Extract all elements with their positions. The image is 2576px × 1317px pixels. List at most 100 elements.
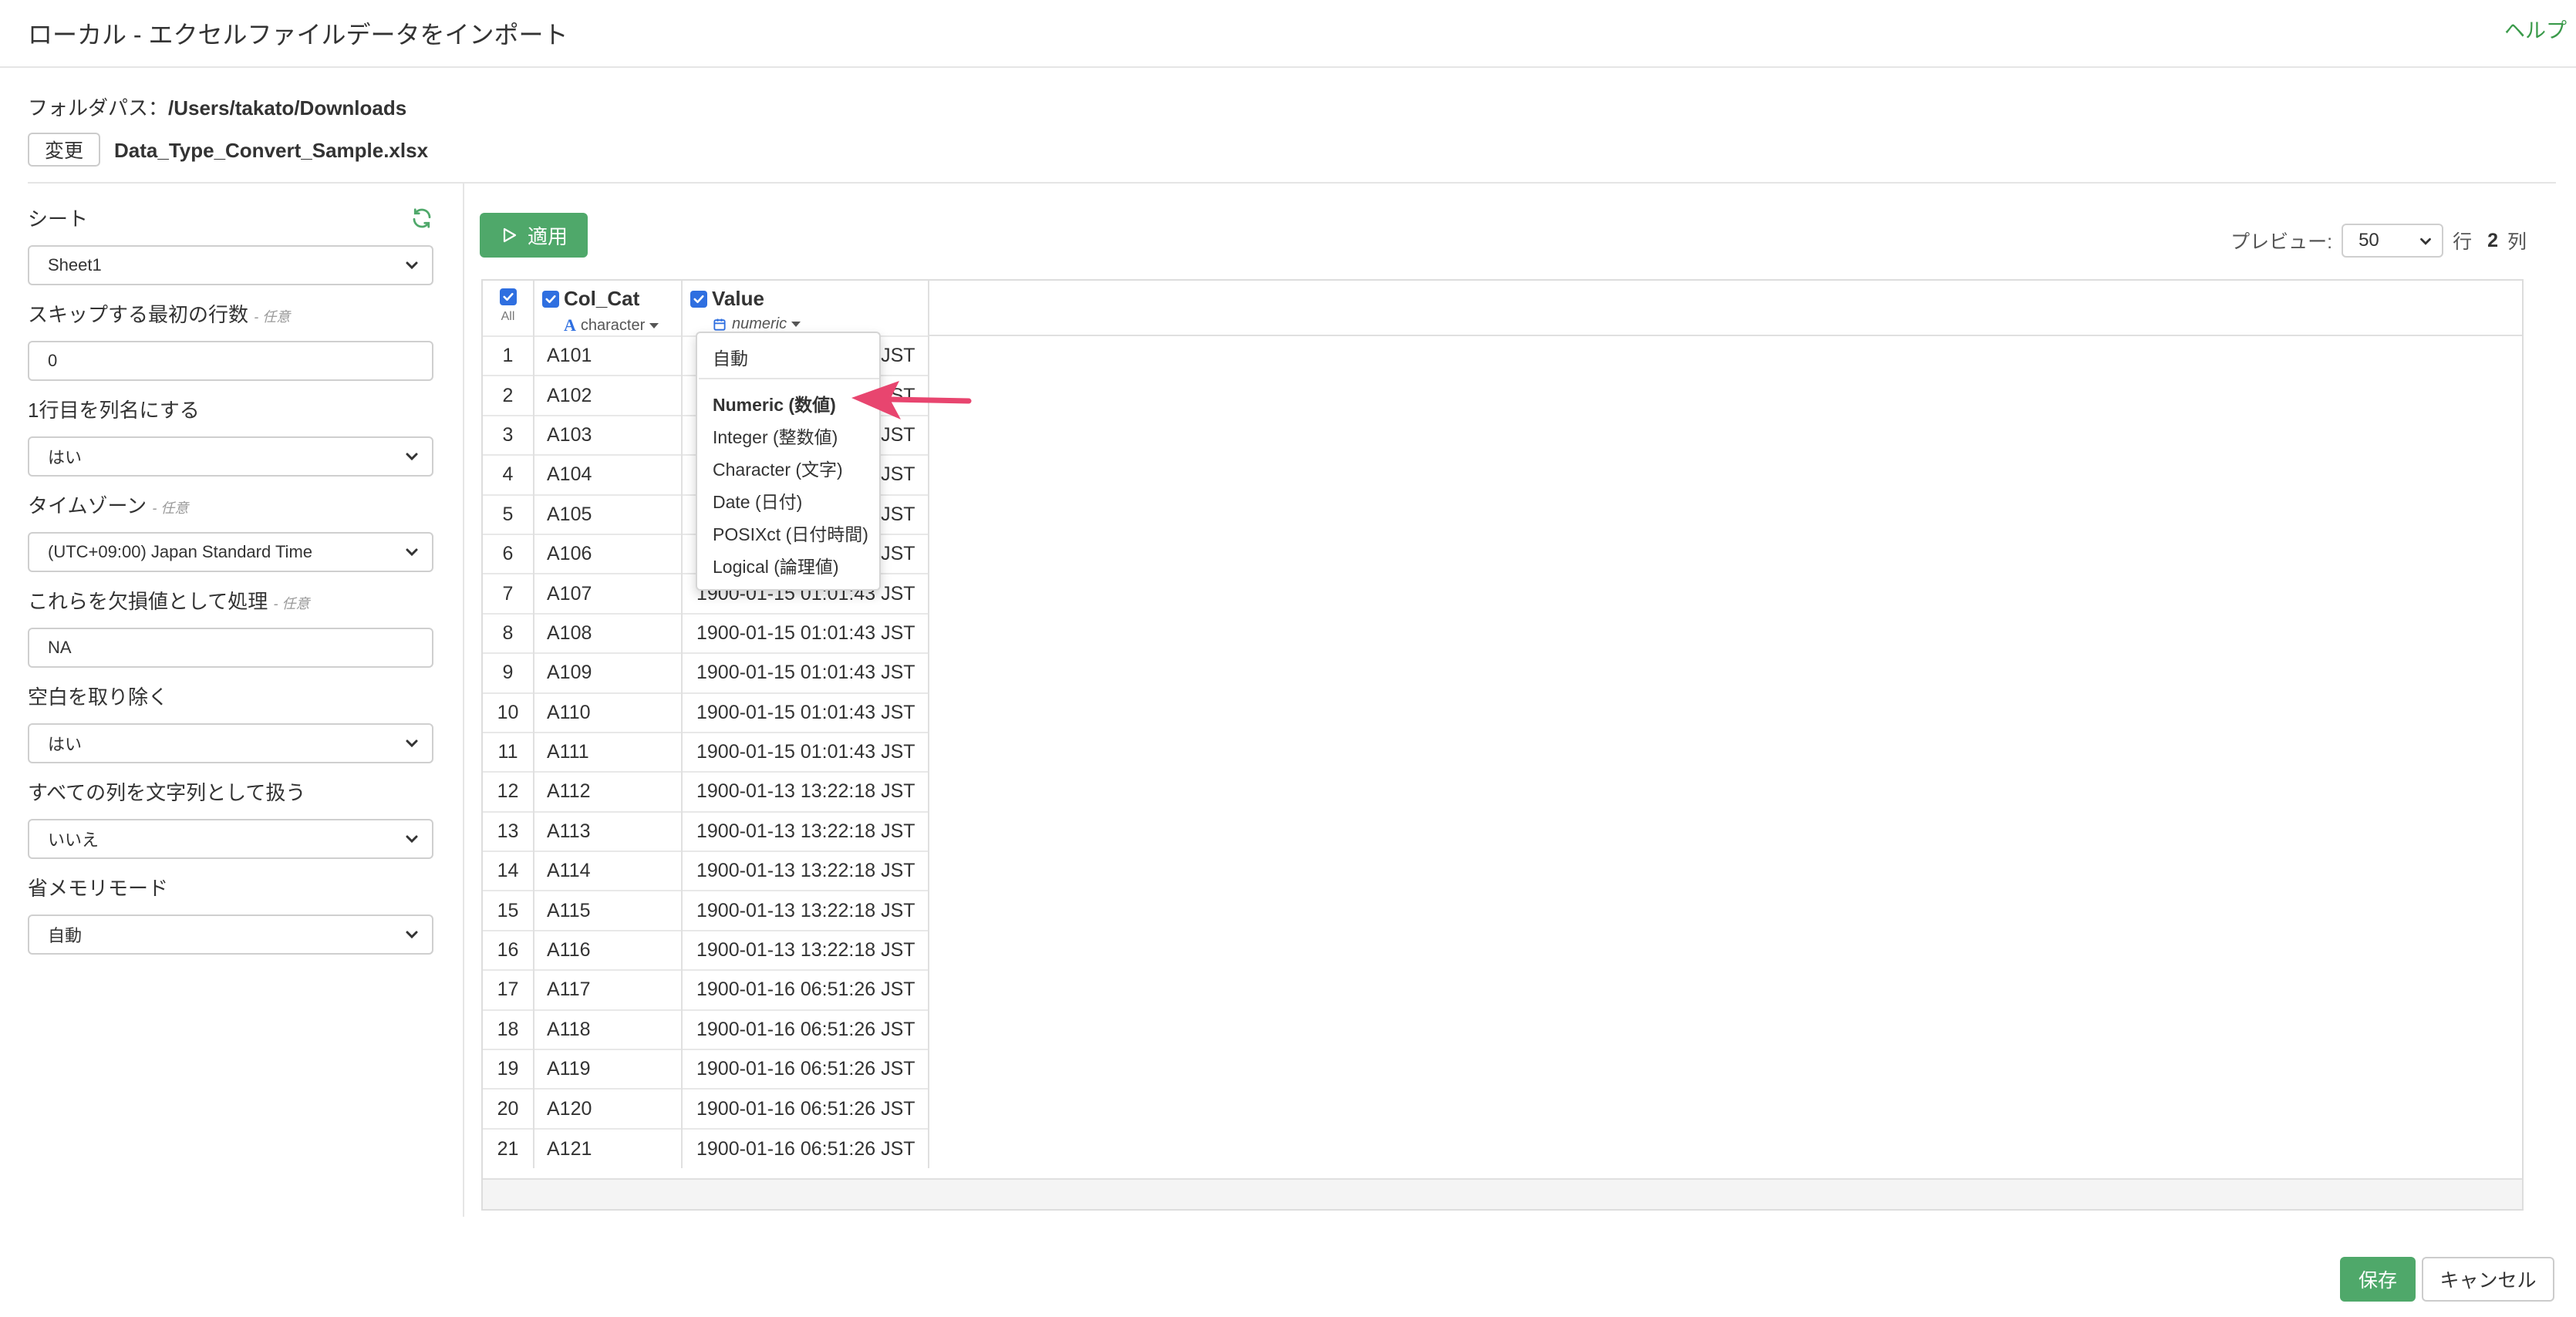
- value-cell: 1900-01-16 06:51:26 JST: [682, 1049, 929, 1090]
- table-row: 19 A119 1900-01-16 06:51:26 JST: [483, 1049, 929, 1090]
- row-index-cell: 2: [483, 375, 534, 416]
- col-cat-cell: A105: [534, 493, 683, 534]
- row-index-cell: 14: [483, 850, 534, 891]
- field-label: 省メモリモード: [28, 877, 169, 900]
- all-as-string-select[interactable]: いいえ: [28, 819, 433, 859]
- column-checkbox[interactable]: [542, 290, 559, 308]
- value-cell: 1900-01-15 01:01:43 JST: [682, 731, 929, 773]
- col-cat-cell: A111: [534, 731, 683, 773]
- preview-label: プレビュー:: [2230, 231, 2333, 253]
- type-option-date[interactable]: Date (日付): [713, 487, 802, 514]
- type-option-logical[interactable]: Logical (論理値): [713, 552, 839, 578]
- row-index-cell: 4: [483, 454, 534, 495]
- col-cat-cell: A116: [534, 929, 683, 971]
- col-cat-cell: A121: [534, 1127, 683, 1169]
- memory-saving-field: 省メモリモード 自動: [28, 874, 433, 955]
- col-cat-cell: A114: [534, 850, 683, 891]
- type-option-character[interactable]: Character (文字): [713, 455, 843, 481]
- row-index-cell: 10: [483, 692, 534, 733]
- timezone-select[interactable]: (UTC+09:00) Japan Standard Time: [28, 532, 433, 572]
- sheet-select[interactable]: Sheet1: [28, 245, 433, 285]
- field-label: シート: [28, 207, 89, 231]
- row-index-cell: 18: [483, 1009, 534, 1050]
- chevron-down-icon: [406, 931, 418, 939]
- na-values-input[interactable]: NA: [28, 628, 433, 668]
- type-option-integer[interactable]: Integer (整数値): [713, 423, 838, 449]
- row-index-cell: 17: [483, 969, 534, 1010]
- chevron-down-icon: [406, 835, 418, 844]
- column-type: character: [580, 316, 646, 334]
- col-cat-cell: A107: [534, 573, 683, 614]
- table-row: 13 A113 1900-01-13 13:22:18 JST: [483, 810, 929, 852]
- field-label: タイムゾーン - 任意: [28, 494, 189, 517]
- table-row: 15 A115 1900-01-13 13:22:18 JST: [483, 890, 929, 931]
- row-index-cell: 7: [483, 573, 534, 614]
- memory-saving-select[interactable]: 自動: [28, 914, 433, 955]
- chevron-down-icon: [406, 548, 418, 557]
- row-index-cell: 13: [483, 810, 534, 852]
- column-type-toggle[interactable]: A character: [542, 315, 681, 335]
- save-button[interactable]: 保存: [2340, 1257, 2416, 1302]
- col-cat-cell: A106: [534, 533, 683, 574]
- row-index-cell: 9: [483, 652, 534, 693]
- table-row: 10 A110 1900-01-15 01:01:43 JST: [483, 692, 929, 733]
- value-cell: 1900-01-15 01:01:43 JST: [682, 612, 929, 654]
- skip-rows-field: スキップする最初の行数 - 任意 0: [28, 301, 433, 381]
- check-icon: [693, 295, 704, 303]
- cancel-button[interactable]: キャンセル: [2422, 1257, 2554, 1302]
- value-cell: 1900-01-15 01:01:43 JST: [682, 692, 929, 733]
- column-header-value: Value numeric: [682, 281, 929, 336]
- column-name: Value: [712, 287, 764, 310]
- row-index-cell: 5: [483, 493, 534, 534]
- field-label: これらを欠損値として処理 - 任意: [28, 590, 310, 613]
- change-folder-button[interactable]: 変更: [28, 133, 100, 167]
- caret-down-icon: [649, 322, 659, 328]
- help-link[interactable]: ヘルプ: [2504, 14, 2567, 44]
- type-option-auto[interactable]: 自動: [713, 344, 748, 370]
- row-index-cell: 1: [483, 335, 534, 376]
- row-index-cell: 11: [483, 731, 534, 773]
- table-row: 9 A109 1900-01-15 01:01:43 JST: [483, 652, 929, 693]
- col-cat-cell: A104: [534, 454, 683, 495]
- timezone-field: タイムゾーン - 任意 (UTC+09:00) Japan Standard T…: [28, 492, 433, 572]
- table-row: 11 A111 1900-01-15 01:01:43 JST: [483, 731, 929, 773]
- refresh-icon[interactable]: [410, 207, 433, 230]
- trim-whitespace-select[interactable]: はい: [28, 723, 433, 763]
- table-row: 21 A121 1900-01-16 06:51:26 JST: [483, 1127, 929, 1169]
- column-checkbox[interactable]: [690, 290, 707, 308]
- cols-unit: 列: [2507, 231, 2527, 253]
- type-option-posixct[interactable]: POSIXct (日付時間): [713, 520, 868, 546]
- trim-whitespace-field: 空白を取り除く はい: [28, 683, 433, 763]
- value-cell: 1900-01-13 13:22:18 JST: [682, 929, 929, 971]
- field-label: 空白を取り除く: [28, 685, 169, 709]
- col-cat-cell: A108: [534, 612, 683, 654]
- table-row: 8 A108 1900-01-15 01:01:43 JST: [483, 612, 929, 654]
- column-type-toggle[interactable]: numeric: [690, 315, 928, 333]
- col-cat-cell: A109: [534, 652, 683, 693]
- chevron-down-icon: [406, 739, 418, 748]
- row-index-cell: 8: [483, 612, 534, 654]
- type-option-numeric[interactable]: Numeric (数値): [713, 390, 836, 416]
- header-row-select[interactable]: はい: [28, 436, 433, 477]
- chevron-down-icon: [2420, 237, 2431, 245]
- sheet-field: シート Sheet1: [28, 205, 433, 285]
- folder-path-line: フォルダパス：/Users/takato/Downloads: [28, 93, 406, 121]
- preview-controls: プレビュー: 50 行 2 列: [2230, 224, 2527, 258]
- row-index-cell: 6: [483, 533, 534, 574]
- all-label: All: [501, 310, 515, 323]
- col-cat-cell: A120: [534, 1088, 683, 1129]
- select-all-checkbox[interactable]: [499, 288, 517, 305]
- table-row: 16 A116 1900-01-13 13:22:18 JST: [483, 929, 929, 971]
- field-label: スキップする最初の行数 - 任意: [28, 303, 291, 326]
- col-cat-cell: A115: [534, 890, 683, 931]
- field-label: すべての列を文字列として扱う: [28, 781, 306, 804]
- horizontal-scrollbar[interactable]: [483, 1178, 2522, 1209]
- preview-rows-select[interactable]: 50: [2342, 224, 2444, 258]
- apply-button[interactable]: 適用: [480, 213, 588, 258]
- table-row: 12 A112 1900-01-13 13:22:18 JST: [483, 771, 929, 812]
- row-index-cell: 3: [483, 414, 534, 456]
- folder-path-label: フォルダパス：: [28, 96, 169, 120]
- col-cat-cell: A103: [534, 414, 683, 456]
- skip-rows-input[interactable]: 0: [28, 341, 433, 381]
- divider: [28, 182, 2556, 184]
